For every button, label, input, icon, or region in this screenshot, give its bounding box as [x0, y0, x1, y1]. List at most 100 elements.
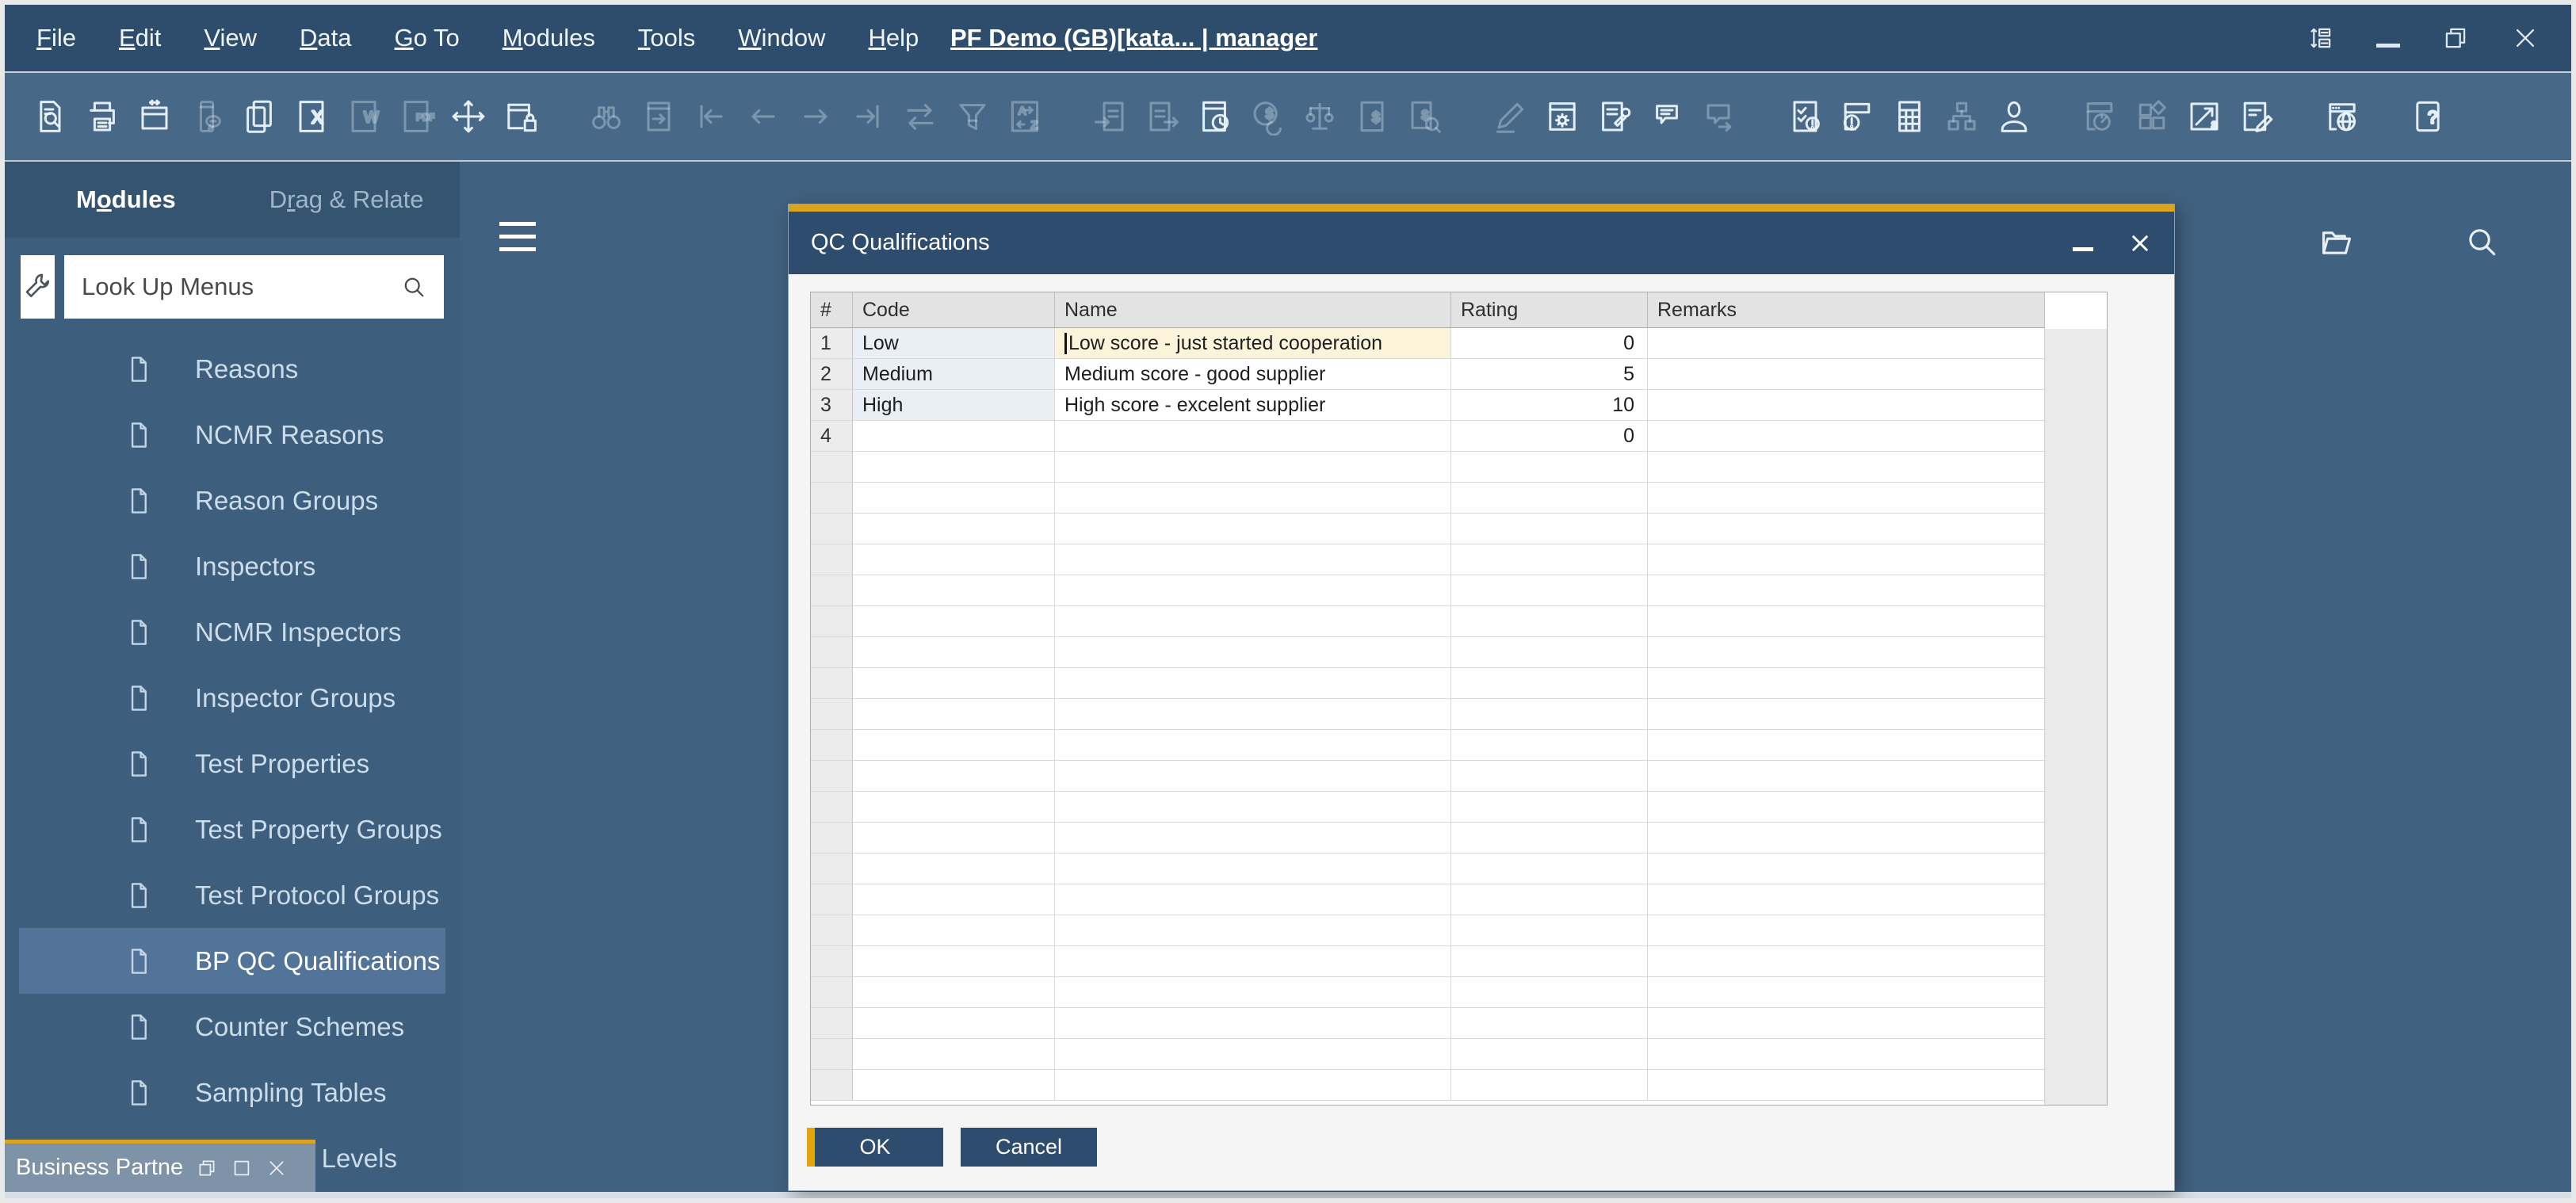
name-cell[interactable]	[1055, 854, 1451, 884]
row-number-cell[interactable]	[811, 884, 853, 915]
page-layout-icon[interactable]	[128, 90, 181, 143]
edit-mode-icon[interactable]	[1484, 90, 1536, 143]
remarks-cell[interactable]	[1648, 977, 2045, 1008]
remarks-cell[interactable]	[1648, 359, 2045, 390]
approval-status-icon[interactable]	[1779, 90, 1831, 143]
rating-cell[interactable]: 0	[1451, 421, 1648, 452]
menu-search-box[interactable]	[64, 255, 444, 319]
name-cell[interactable]	[1055, 544, 1451, 575]
close-icon[interactable]	[266, 1157, 288, 1179]
sort-table-icon[interactable]	[999, 90, 1051, 143]
rating-cell[interactable]	[1451, 1008, 1648, 1039]
document-currency-icon[interactable]	[1346, 90, 1398, 143]
remarks-cell[interactable]	[1648, 1070, 2045, 1101]
layout-settings-icon[interactable]	[2307, 24, 2335, 52]
sidebar-item-ncmr-reasons[interactable]: NCMR Reasons	[19, 402, 445, 468]
row-number-cell[interactable]	[811, 823, 853, 854]
row-number-cell[interactable]	[811, 946, 853, 977]
price-lookup-icon[interactable]	[1398, 90, 1450, 143]
my-profile-icon[interactable]	[1988, 90, 2040, 143]
name-cell[interactable]	[1055, 884, 1451, 915]
code-cell[interactable]	[853, 668, 1055, 699]
name-cell[interactable]	[1055, 1070, 1451, 1101]
first-record-icon[interactable]	[685, 90, 737, 143]
export-excel-icon[interactable]	[285, 90, 338, 143]
global-search-icon[interactable]	[2462, 222, 2501, 262]
column-header-code[interactable]: Code	[853, 292, 1055, 328]
name-cell[interactable]	[1055, 483, 1451, 514]
code-cell[interactable]	[853, 854, 1055, 884]
ok-button[interactable]: OK	[807, 1128, 943, 1167]
hamburger-menu-icon[interactable]	[499, 222, 536, 251]
name-cell[interactable]	[1055, 421, 1451, 452]
name-cell[interactable]: Medium score - good supplier	[1055, 359, 1451, 390]
minimize-icon[interactable]	[2376, 44, 2400, 48]
remarks-cell[interactable]	[1648, 514, 2045, 544]
code-cell[interactable]: High	[853, 390, 1055, 421]
next-record-icon[interactable]	[789, 90, 842, 143]
rating-cell[interactable]: 10	[1451, 390, 1648, 421]
filter-table-icon[interactable]	[946, 90, 999, 143]
code-cell[interactable]	[853, 792, 1055, 823]
name-cell[interactable]	[1055, 946, 1451, 977]
gross-profit-icon[interactable]	[1294, 90, 1346, 143]
code-cell[interactable]	[853, 575, 1055, 606]
print-icon[interactable]	[76, 90, 128, 143]
restore-icon[interactable]	[196, 1157, 218, 1179]
rating-cell[interactable]	[1451, 884, 1648, 915]
code-cell[interactable]: Medium	[853, 359, 1055, 390]
refresh-record-icon[interactable]	[894, 90, 946, 143]
last-record-icon[interactable]	[842, 90, 894, 143]
sidebar-item-ncmr-inspectors[interactable]: NCMR Inspectors	[19, 599, 445, 665]
target-document-icon[interactable]	[1137, 90, 1189, 143]
sales-analysis-icon[interactable]	[2178, 90, 2230, 143]
name-cell[interactable]: High score - excelent supplier	[1055, 390, 1451, 421]
menu-go-to[interactable]: Go To	[395, 24, 460, 52]
name-cell[interactable]	[1055, 1008, 1451, 1039]
remarks-cell[interactable]	[1648, 1039, 2045, 1070]
remarks-cell[interactable]	[1648, 884, 2045, 915]
name-cell[interactable]: Low score - just started cooperation	[1055, 328, 1451, 359]
row-number-cell[interactable]: 3	[811, 390, 853, 421]
row-number-cell[interactable]	[811, 854, 853, 884]
rating-cell[interactable]	[1451, 544, 1648, 575]
menu-settings-button[interactable]	[21, 255, 55, 319]
code-cell[interactable]	[853, 946, 1055, 977]
code-cell[interactable]	[853, 977, 1055, 1008]
row-number-cell[interactable]	[811, 637, 853, 668]
menu-help[interactable]: Help	[869, 24, 919, 52]
tab-drag-relate[interactable]: Drag & Relate	[269, 185, 424, 214]
rating-cell[interactable]	[1451, 514, 1648, 544]
rating-cell[interactable]	[1451, 946, 1648, 977]
remarks-cell[interactable]	[1648, 390, 2045, 421]
remarks-cell[interactable]	[1648, 946, 2045, 977]
menu-modules[interactable]: Modules	[503, 24, 595, 52]
code-cell[interactable]	[853, 637, 1055, 668]
forward-message-icon[interactable]	[1693, 90, 1745, 143]
code-cell[interactable]	[853, 544, 1055, 575]
code-cell[interactable]	[853, 514, 1055, 544]
code-cell[interactable]	[853, 421, 1055, 452]
name-cell[interactable]	[1055, 1039, 1451, 1070]
row-number-cell[interactable]	[811, 575, 853, 606]
remarks-cell[interactable]	[1648, 730, 2045, 761]
lock-screen-icon[interactable]	[495, 90, 547, 143]
rating-cell[interactable]	[1451, 1070, 1648, 1101]
code-cell[interactable]: Low	[853, 328, 1055, 359]
name-cell[interactable]	[1055, 792, 1451, 823]
name-cell[interactable]	[1055, 668, 1451, 699]
code-cell[interactable]	[853, 1039, 1055, 1070]
code-cell[interactable]	[853, 483, 1055, 514]
code-cell[interactable]	[853, 730, 1055, 761]
row-number-cell[interactable]	[811, 699, 853, 730]
row-number-cell[interactable]: 1	[811, 328, 853, 359]
add-record-icon[interactable]	[633, 90, 685, 143]
find-icon[interactable]	[580, 90, 633, 143]
recent-windows-icon[interactable]	[2316, 222, 2356, 262]
rating-cell[interactable]	[1451, 1039, 1648, 1070]
code-cell[interactable]	[853, 1008, 1055, 1039]
rating-cell[interactable]	[1451, 915, 1648, 946]
row-number-cell[interactable]	[811, 915, 853, 946]
sidebar-item-test-protocol-groups[interactable]: Test Protocol Groups	[19, 862, 445, 928]
dialog-minimize-icon[interactable]	[2073, 247, 2093, 251]
